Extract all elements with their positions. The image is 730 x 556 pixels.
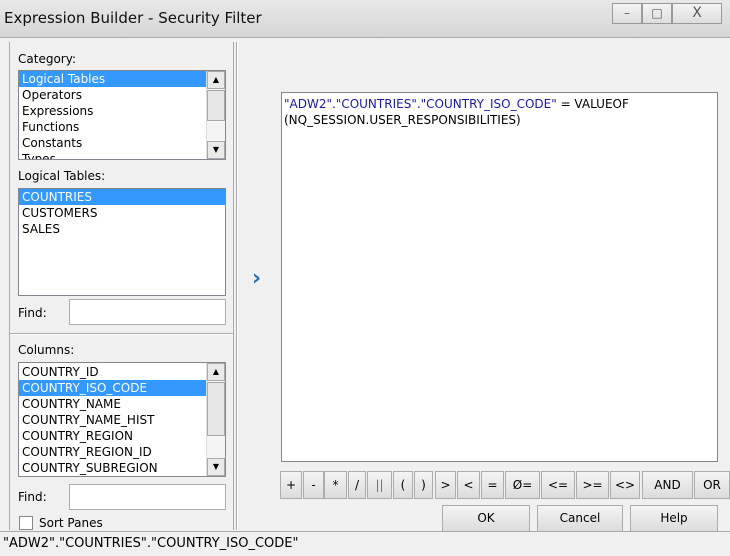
operator-button[interactable]: = [481, 471, 504, 499]
scroll-up-icon[interactable]: ▲ [207, 363, 225, 381]
column-item[interactable]: COUNTRY_ID [19, 364, 225, 380]
scroll-up-icon[interactable]: ▲ [207, 71, 225, 89]
scroll-down-icon[interactable]: ▼ [207, 458, 225, 476]
close-button[interactable]: X [672, 3, 722, 24]
cancel-button[interactable]: Cancel [537, 505, 623, 532]
category-list[interactable]: Logical Tables Operators Expressions Functi… [18, 70, 226, 160]
category-item[interactable]: Types [19, 151, 225, 159]
expression-text-line2: (NQ_SESSION.USER_RESPONSIBILITIES) [284, 113, 521, 127]
column-item[interactable]: COUNTRY_ISO_CODE [19, 380, 225, 396]
column-item[interactable]: COUNTRY_SUBREGION [19, 460, 225, 476]
operator-button[interactable]: >= [576, 471, 609, 499]
operator-button[interactable]: <= [541, 471, 575, 499]
find-label: Find: [18, 490, 47, 504]
ok-button[interactable]: OK [442, 505, 530, 532]
operator-button[interactable]: * [324, 471, 347, 499]
scroll-thumb[interactable] [207, 90, 225, 121]
logical-tables-list[interactable]: COUNTRIES CUSTOMERS SALES [18, 188, 226, 296]
scroll-down-icon[interactable]: ▼ [207, 141, 225, 159]
column-item[interactable]: COUNTRY_REGION_ID [19, 444, 225, 460]
column-reference: "ADW2"."COUNTRIES"."COUNTRY_ISO_CODE" [284, 97, 557, 111]
maximize-button[interactable]: □ [642, 3, 672, 24]
scrollbar[interactable]: ▲ ▼ [206, 71, 225, 159]
columns-label: Columns: [18, 343, 75, 357]
minimize-button[interactable]: – [612, 3, 642, 24]
help-button[interactable]: Help [630, 505, 718, 532]
category-item[interactable]: Constants [19, 135, 225, 151]
column-item[interactable]: COUNTRY_NAME [19, 396, 225, 412]
find-tables-input[interactable] [69, 299, 226, 325]
operator-button[interactable]: ( [393, 471, 413, 499]
operator-button[interactable]: > [435, 471, 456, 499]
operator-button[interactable]: - [303, 471, 324, 499]
operator-button[interactable]: Ø= [505, 471, 540, 499]
operator-button[interactable]: || [367, 471, 392, 499]
operator-button[interactable]: + [280, 471, 302, 499]
splitter[interactable] [236, 42, 238, 530]
expression-text: = VALUEOF [556, 97, 629, 111]
operator-button[interactable]: / [348, 471, 366, 499]
logical-table-item[interactable]: SALES [19, 221, 225, 237]
operator-button[interactable]: AND [642, 471, 693, 499]
logical-table-item[interactable]: CUSTOMERS [19, 205, 225, 221]
logical-tables-label: Logical Tables: [18, 169, 106, 183]
category-item[interactable]: Functions [19, 119, 225, 135]
category-label: Category: [18, 52, 76, 66]
expression-editor[interactable]: "ADW2"."COUNTRIES"."COUNTRY_ISO_CODE" = … [281, 92, 718, 462]
sort-panes-label: Sort Panes [39, 516, 103, 530]
operator-button[interactable]: <> [610, 471, 640, 499]
category-item[interactable]: Expressions [19, 103, 225, 119]
scroll-thumb[interactable] [207, 382, 225, 436]
logical-table-item[interactable]: COUNTRIES [19, 189, 225, 205]
scrollbar[interactable]: ▲ ▼ [206, 363, 225, 476]
operator-button[interactable]: ) [414, 471, 433, 499]
category-item[interactable]: Operators [19, 87, 225, 103]
find-label: Find: [18, 306, 47, 320]
operator-button[interactable]: OR [694, 471, 730, 499]
operator-button[interactable]: < [457, 471, 480, 499]
find-columns-input[interactable] [69, 484, 226, 510]
category-item[interactable]: Logical Tables [19, 71, 225, 87]
column-item[interactable]: COUNTRY_REGION [19, 428, 225, 444]
window-title: Expression Builder - Security Filter [4, 9, 262, 27]
columns-list[interactable]: COUNTRY_ID COUNTRY_ISO_CODE COUNTRY_NAME CO… [18, 362, 226, 477]
divider [10, 333, 233, 335]
insert-arrow-icon[interactable]: › [252, 266, 261, 291]
sort-panes-checkbox[interactable] [19, 516, 33, 530]
column-item[interactable]: COUNTRY_NAME_HIST [19, 412, 225, 428]
status-text: "ADW2"."COUNTRIES"."COUNTRY_ISO_CODE" [3, 536, 299, 551]
status-bar: "ADW2"."COUNTRIES"."COUNTRY_ISO_CODE" [0, 531, 730, 556]
title-bar: Expression Builder - Security Filter – □… [0, 0, 730, 38]
